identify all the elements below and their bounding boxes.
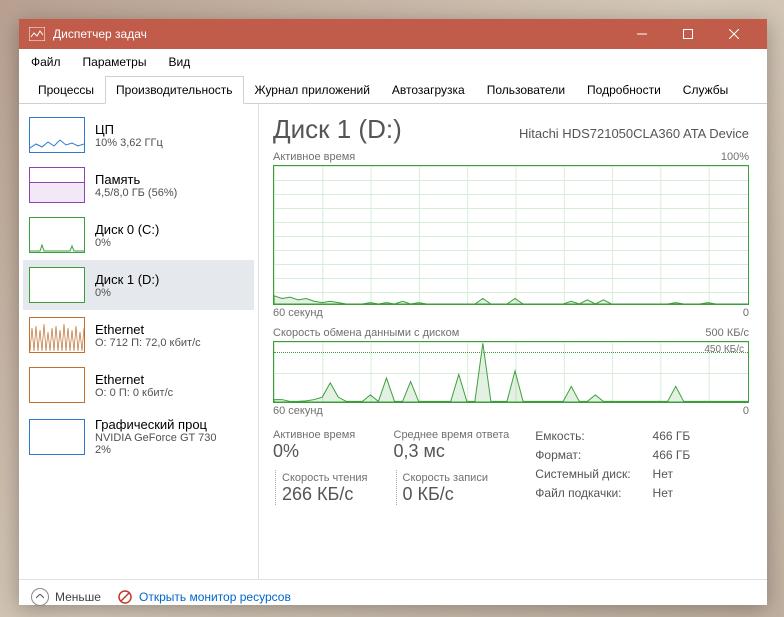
chart2-label: Скорость обмена данными с диском xyxy=(273,327,459,339)
eth1-value: О: 712 П: 72,0 кбит/с xyxy=(95,337,201,349)
tabbar: Процессы Производительность Журнал прило… xyxy=(19,74,767,104)
avg-response-value: 0,3 мс xyxy=(394,441,510,462)
stats-area: Активное время 0% Скорость чтения 266 КБ… xyxy=(273,429,749,505)
axis1-left: 60 секунд xyxy=(273,307,323,319)
disk1-value: 0% xyxy=(95,287,159,299)
disk0-thumb xyxy=(29,217,85,253)
capacity-value: 466 ГБ xyxy=(653,429,691,448)
axis1-right: 0 xyxy=(743,307,749,319)
footer: Меньше Открыть монитор ресурсов xyxy=(19,579,767,613)
capacity-label: Емкость: xyxy=(535,429,630,448)
sidebar-item-disk1[interactable]: Диск 1 (D:)0% xyxy=(23,260,254,310)
active-time-label: Активное время xyxy=(273,429,368,441)
active-time-value: 0% xyxy=(273,441,368,462)
axis2-right: 0 xyxy=(743,405,749,417)
gpu-value: 2% xyxy=(95,444,216,456)
gpu-thumb xyxy=(29,419,85,455)
disk1-label: Диск 1 (D:) xyxy=(95,272,159,287)
chart1-label: Активное время xyxy=(273,151,355,163)
eth2-value: О: 0 П: 0 кбит/с xyxy=(95,387,173,399)
eth2-thumb xyxy=(29,367,85,403)
transfer-rate-chart: 450 КБ/с xyxy=(273,341,749,403)
cpu-value: 10% 3,62 ГГц xyxy=(95,137,163,149)
memory-thumb xyxy=(29,167,85,203)
resmon-icon xyxy=(117,589,133,605)
window-title: Диспетчер задач xyxy=(53,27,619,41)
axis2-left: 60 секунд xyxy=(273,405,323,417)
titlebar: Диспетчер задач xyxy=(19,19,767,49)
tab-users[interactable]: Пользователи xyxy=(476,76,576,103)
system-disk-value: Нет xyxy=(653,467,691,486)
content-area: ЦП10% 3,62 ГГц Память4,5/8,0 ГБ (56%) Ди… xyxy=(19,104,767,579)
menu-options[interactable]: Параметры xyxy=(79,52,151,72)
tab-services[interactable]: Службы xyxy=(672,76,739,103)
avg-response-label: Среднее время ответа xyxy=(394,429,510,441)
cpu-thumb xyxy=(29,117,85,153)
app-icon xyxy=(29,27,45,41)
disk0-label: Диск 0 (C:) xyxy=(95,222,159,237)
formatted-value: 466 ГБ xyxy=(653,448,691,467)
sidebar-item-ethernet2[interactable]: EthernetО: 0 П: 0 кбит/с xyxy=(23,360,254,410)
read-speed-label: Скорость чтения xyxy=(282,472,368,484)
tab-processes[interactable]: Процессы xyxy=(27,76,105,103)
menubar: Файл Параметры Вид xyxy=(19,49,767,74)
tab-performance[interactable]: Производительность xyxy=(105,76,243,104)
menu-view[interactable]: Вид xyxy=(164,52,194,72)
sidebar-item-cpu[interactable]: ЦП10% 3,62 ГГц xyxy=(23,110,254,160)
system-disk-label: Системный диск: xyxy=(535,467,630,486)
open-resmon-link[interactable]: Открыть монитор ресурсов xyxy=(117,589,291,605)
fewer-details-label: Меньше xyxy=(55,590,101,604)
disk-properties: Емкость: Формат: Системный диск: Файл по… xyxy=(535,429,690,505)
sidebar-item-gpu[interactable]: Графический процNVIDIA GeForce GT 7302% xyxy=(23,410,254,463)
gpu-device: NVIDIA GeForce GT 730 xyxy=(95,432,216,444)
sidebar-item-disk0[interactable]: Диск 0 (C:)0% xyxy=(23,210,254,260)
performance-sidebar: ЦП10% 3,62 ГГц Память4,5/8,0 ГБ (56%) Ди… xyxy=(19,104,259,579)
eth1-thumb xyxy=(29,317,85,353)
eth1-label: Ethernet xyxy=(95,322,201,337)
tab-app-history[interactable]: Журнал приложений xyxy=(244,76,381,103)
memory-label: Память xyxy=(95,172,177,187)
tab-startup[interactable]: Автозагрузка xyxy=(381,76,476,103)
tab-details[interactable]: Подробности xyxy=(576,76,672,103)
chevron-up-icon xyxy=(31,588,49,606)
main-panel: Диск 1 (D:) Hitachi HDS721050CLA360 ATA … xyxy=(259,104,767,579)
sidebar-item-ethernet1[interactable]: EthernetО: 712 П: 72,0 кбит/с xyxy=(23,310,254,360)
disk0-value: 0% xyxy=(95,237,159,249)
gpu-label: Графический проц xyxy=(95,417,216,432)
close-button[interactable] xyxy=(711,19,757,49)
chart1-max: 100% xyxy=(721,151,749,163)
sidebar-item-memory[interactable]: Память4,5/8,0 ГБ (56%) xyxy=(23,160,254,210)
write-speed-label: Скорость записи xyxy=(403,472,488,484)
disk1-thumb xyxy=(29,267,85,303)
memory-value: 4,5/8,0 ГБ (56%) xyxy=(95,187,177,199)
pagefile-label: Файл подкачки: xyxy=(535,486,630,505)
menu-file[interactable]: Файл xyxy=(27,52,65,72)
minimize-button[interactable] xyxy=(619,19,665,49)
device-name: Hitachi HDS721050CLA360 ATA Device xyxy=(519,126,749,141)
page-title: Диск 1 (D:) xyxy=(273,114,402,145)
chart2-max: 500 КБ/с xyxy=(705,327,749,339)
task-manager-window: Диспетчер задач Файл Параметры Вид Проце… xyxy=(19,19,767,605)
write-speed-value: 0 КБ/с xyxy=(403,484,510,505)
formatted-label: Формат: xyxy=(535,448,630,467)
pagefile-value: Нет xyxy=(653,486,691,505)
cpu-label: ЦП xyxy=(95,122,163,137)
active-time-chart xyxy=(273,165,749,305)
read-speed-value: 266 КБ/с xyxy=(282,484,368,505)
eth2-label: Ethernet xyxy=(95,372,173,387)
window-controls xyxy=(619,19,757,49)
fewer-details-button[interactable]: Меньше xyxy=(31,588,101,606)
maximize-button[interactable] xyxy=(665,19,711,49)
open-resmon-label: Открыть монитор ресурсов xyxy=(139,590,291,604)
